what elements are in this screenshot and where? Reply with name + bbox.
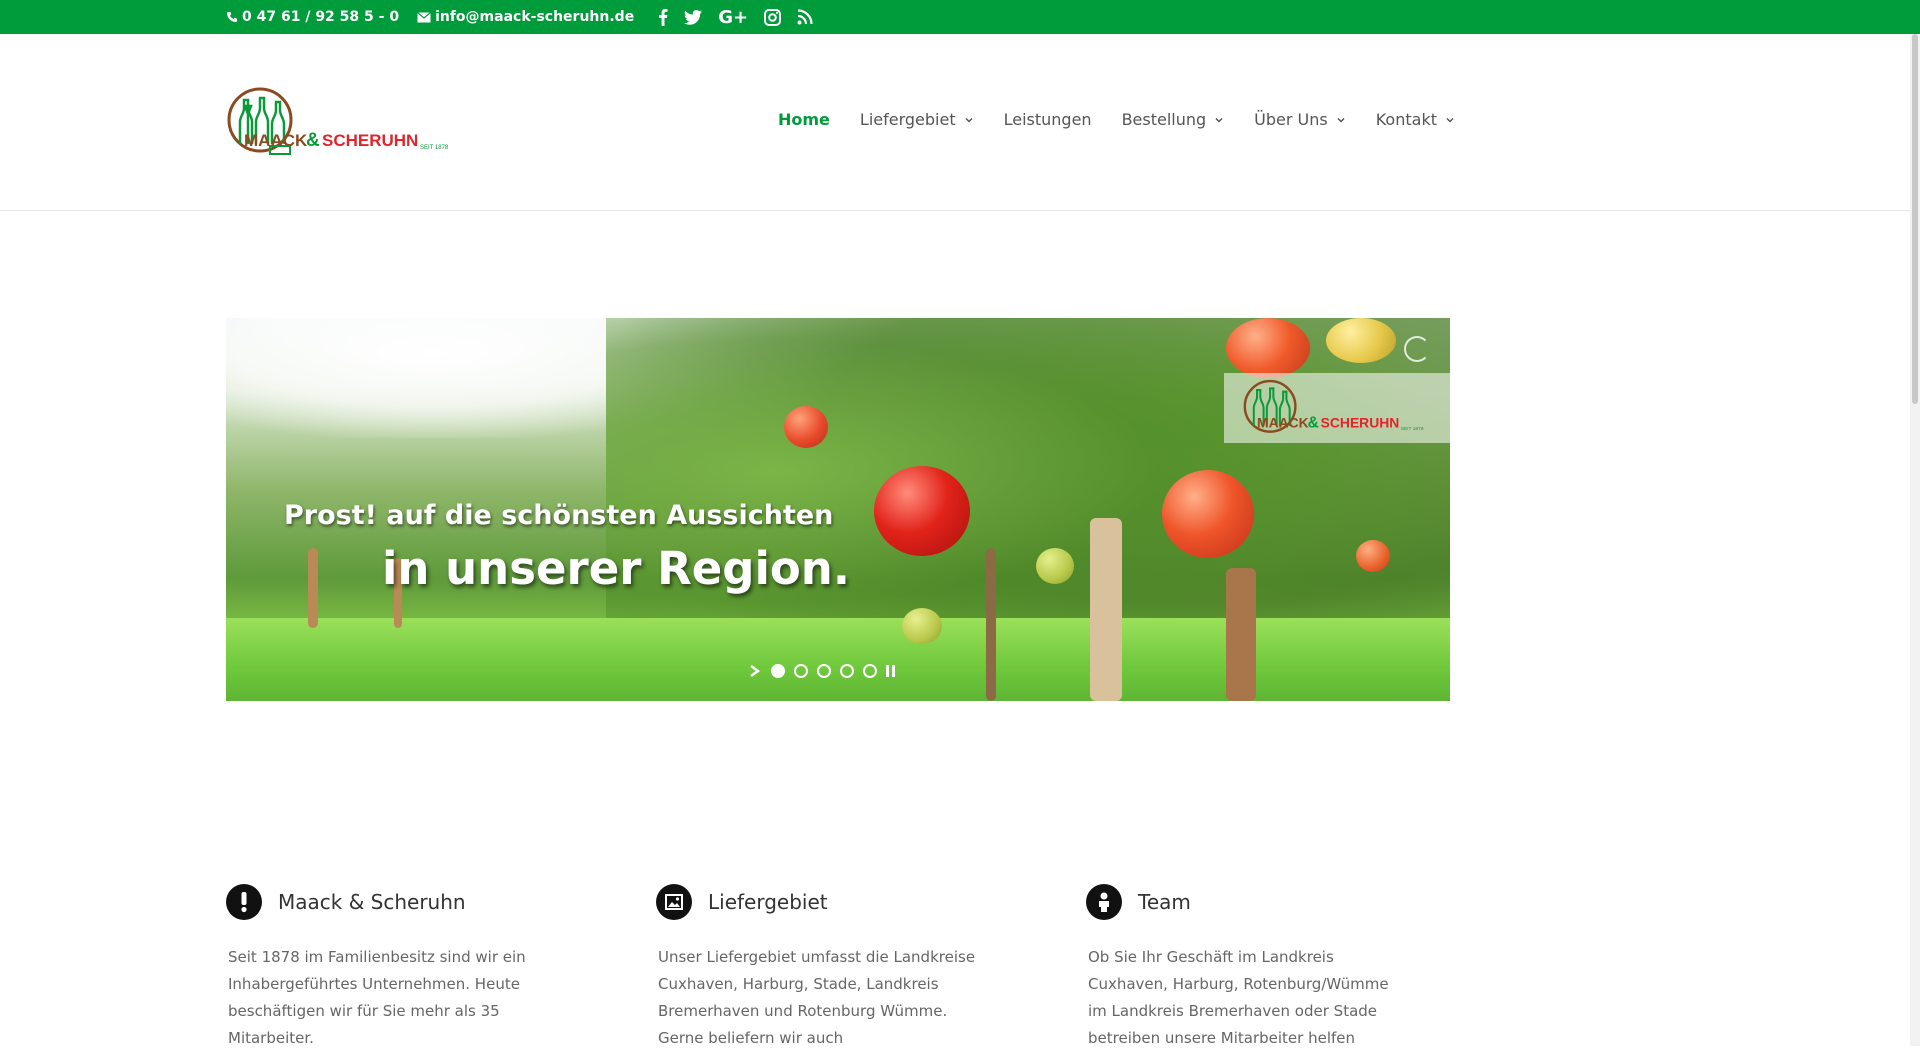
feature-header: Maack & Scheruhn [226,882,586,922]
svg-text:MAACK: MAACK [1257,415,1309,431]
google-plus-icon[interactable]: G+ [718,7,748,28]
apple [784,406,828,448]
nav-label-home: Home [778,110,830,129]
loading-spinner-icon [1404,336,1430,362]
nav-item-ueber-uns[interactable]: Über Uns [1254,110,1346,129]
apple [1356,540,1390,572]
feature-header: Liefergebiet [656,882,1016,922]
tree-trunk [1226,568,1256,701]
phone-icon [227,12,237,22]
pause-icon[interactable] [886,665,895,677]
svg-text:SCHERUHN: SCHERUHN [322,131,418,150]
apple [1036,548,1074,584]
nav-label-kontakt: Kontakt [1375,110,1437,129]
hero-headline-line1: Prost! auf die schönsten Aussichten [284,500,834,531]
mail-icon [417,11,431,22]
hero-headline-line2: in unserer Region. [382,542,850,595]
top-bar: 0 47 61 / 92 58 5 - 0 info@maack-scheruh… [0,0,1920,34]
social-links: G+ [658,7,813,28]
feature-text: Ob Sie Ihr Geschäft im Landkreis Cuxhave… [1088,948,1389,1047]
main-nav: Home Liefergebiet Leistungen Bestellung … [778,110,1455,129]
next-slide-icon[interactable] [748,664,762,678]
apple [1226,318,1310,378]
nav-item-leistungen[interactable]: Leistungen [1004,110,1092,129]
svg-text:SEIT 1878: SEIT 1878 [1401,426,1424,432]
feature-liefergebiet: Liefergebiet Unser Liefergebiet umfasst … [656,882,1016,1052]
scrollbar-thumb[interactable] [1912,34,1918,404]
facebook-icon[interactable] [658,7,668,27]
slide-dot-5[interactable] [863,664,877,678]
apple [874,466,970,556]
slide-dot-2[interactable] [794,664,808,678]
svg-text:&: & [1308,415,1319,432]
feature-text: Seit 1878 im Familienbesitz sind wir ein… [228,948,526,1047]
feature-text: Unser Liefergebiet umfasst die Landkreis… [658,948,976,1047]
chevron-down-icon [965,117,973,123]
svg-text:MAACK: MAACK [244,131,308,150]
apple [1162,470,1254,558]
nav-item-kontakt[interactable]: Kontakt [1376,110,1455,129]
apple [902,608,942,644]
slider-controls [748,664,895,678]
site-logo[interactable]: MAACK & SCHERUHN SEIT 1878 [226,84,458,160]
feature-team: Team Ob Sie Ihr Geschäft im Landkreis Cu… [1086,882,1446,1052]
svg-text:SCHERUHN: SCHERUHN [1321,415,1400,431]
chevron-down-icon [1446,117,1454,123]
feature-title: Liefergebiet [708,890,828,914]
nav-label-leistungen: Leistungen [1003,110,1092,129]
top-bar-contact: 0 47 61 / 92 58 5 - 0 info@maack-scheruh… [226,0,813,34]
slide-dot-1[interactable] [771,664,785,678]
email-link[interactable]: info@maack-scheruhn.de [417,9,634,25]
image-icon [656,884,692,920]
nav-label-ueber-uns: Über Uns [1254,110,1328,129]
email-address: info@maack-scheruhn.de [435,9,635,25]
slide-dot-3[interactable] [817,664,831,678]
person-icon [1086,884,1122,920]
feature-header: Team [1086,882,1446,922]
feature-maack-scheruhn: Maack & Scheruhn Seit 1878 im Familienbe… [226,882,586,1052]
apple [1326,318,1396,363]
phone-link[interactable]: 0 47 61 / 92 58 5 - 0 [226,9,399,25]
rss-icon[interactable] [797,7,813,27]
phone-number: 0 47 61 / 92 58 5 - 0 [242,9,400,25]
svg-text:&: & [306,130,320,151]
tree-trunk [986,548,996,701]
nav-label-bestellung: Bestellung [1121,110,1207,129]
nav-item-bestellung[interactable]: Bestellung [1122,110,1225,129]
svg-text:SEIT 1878: SEIT 1878 [420,145,449,151]
twitter-icon[interactable] [684,7,703,27]
nav-item-home[interactable]: Home [778,110,830,129]
chevron-down-icon [1337,117,1345,123]
feature-title: Team [1138,890,1191,914]
instagram-icon[interactable] [764,7,782,27]
nav-item-liefergebiet[interactable]: Liefergebiet [860,110,974,129]
page-scrollbar[interactable] [1910,34,1920,1046]
feature-title: Maack & Scheruhn [278,890,466,914]
hero-grass [226,618,1450,701]
exclamation-icon [226,884,262,920]
slide-dot-4[interactable] [840,664,854,678]
site-header: MAACK & SCHERUHN SEIT 1878 Home Lieferge… [0,34,1920,211]
tree-trunk [1090,518,1122,701]
hero-slider[interactable]: MAACK & SCHERUHN SEIT 1878 Prost! auf di… [226,318,1450,701]
chevron-down-icon [1215,117,1223,123]
hero-logo-overlay: MAACK & SCHERUHN SEIT 1878 [1224,373,1450,443]
nav-label-liefergebiet: Liefergebiet [859,110,956,129]
tree-trunk [308,548,318,628]
